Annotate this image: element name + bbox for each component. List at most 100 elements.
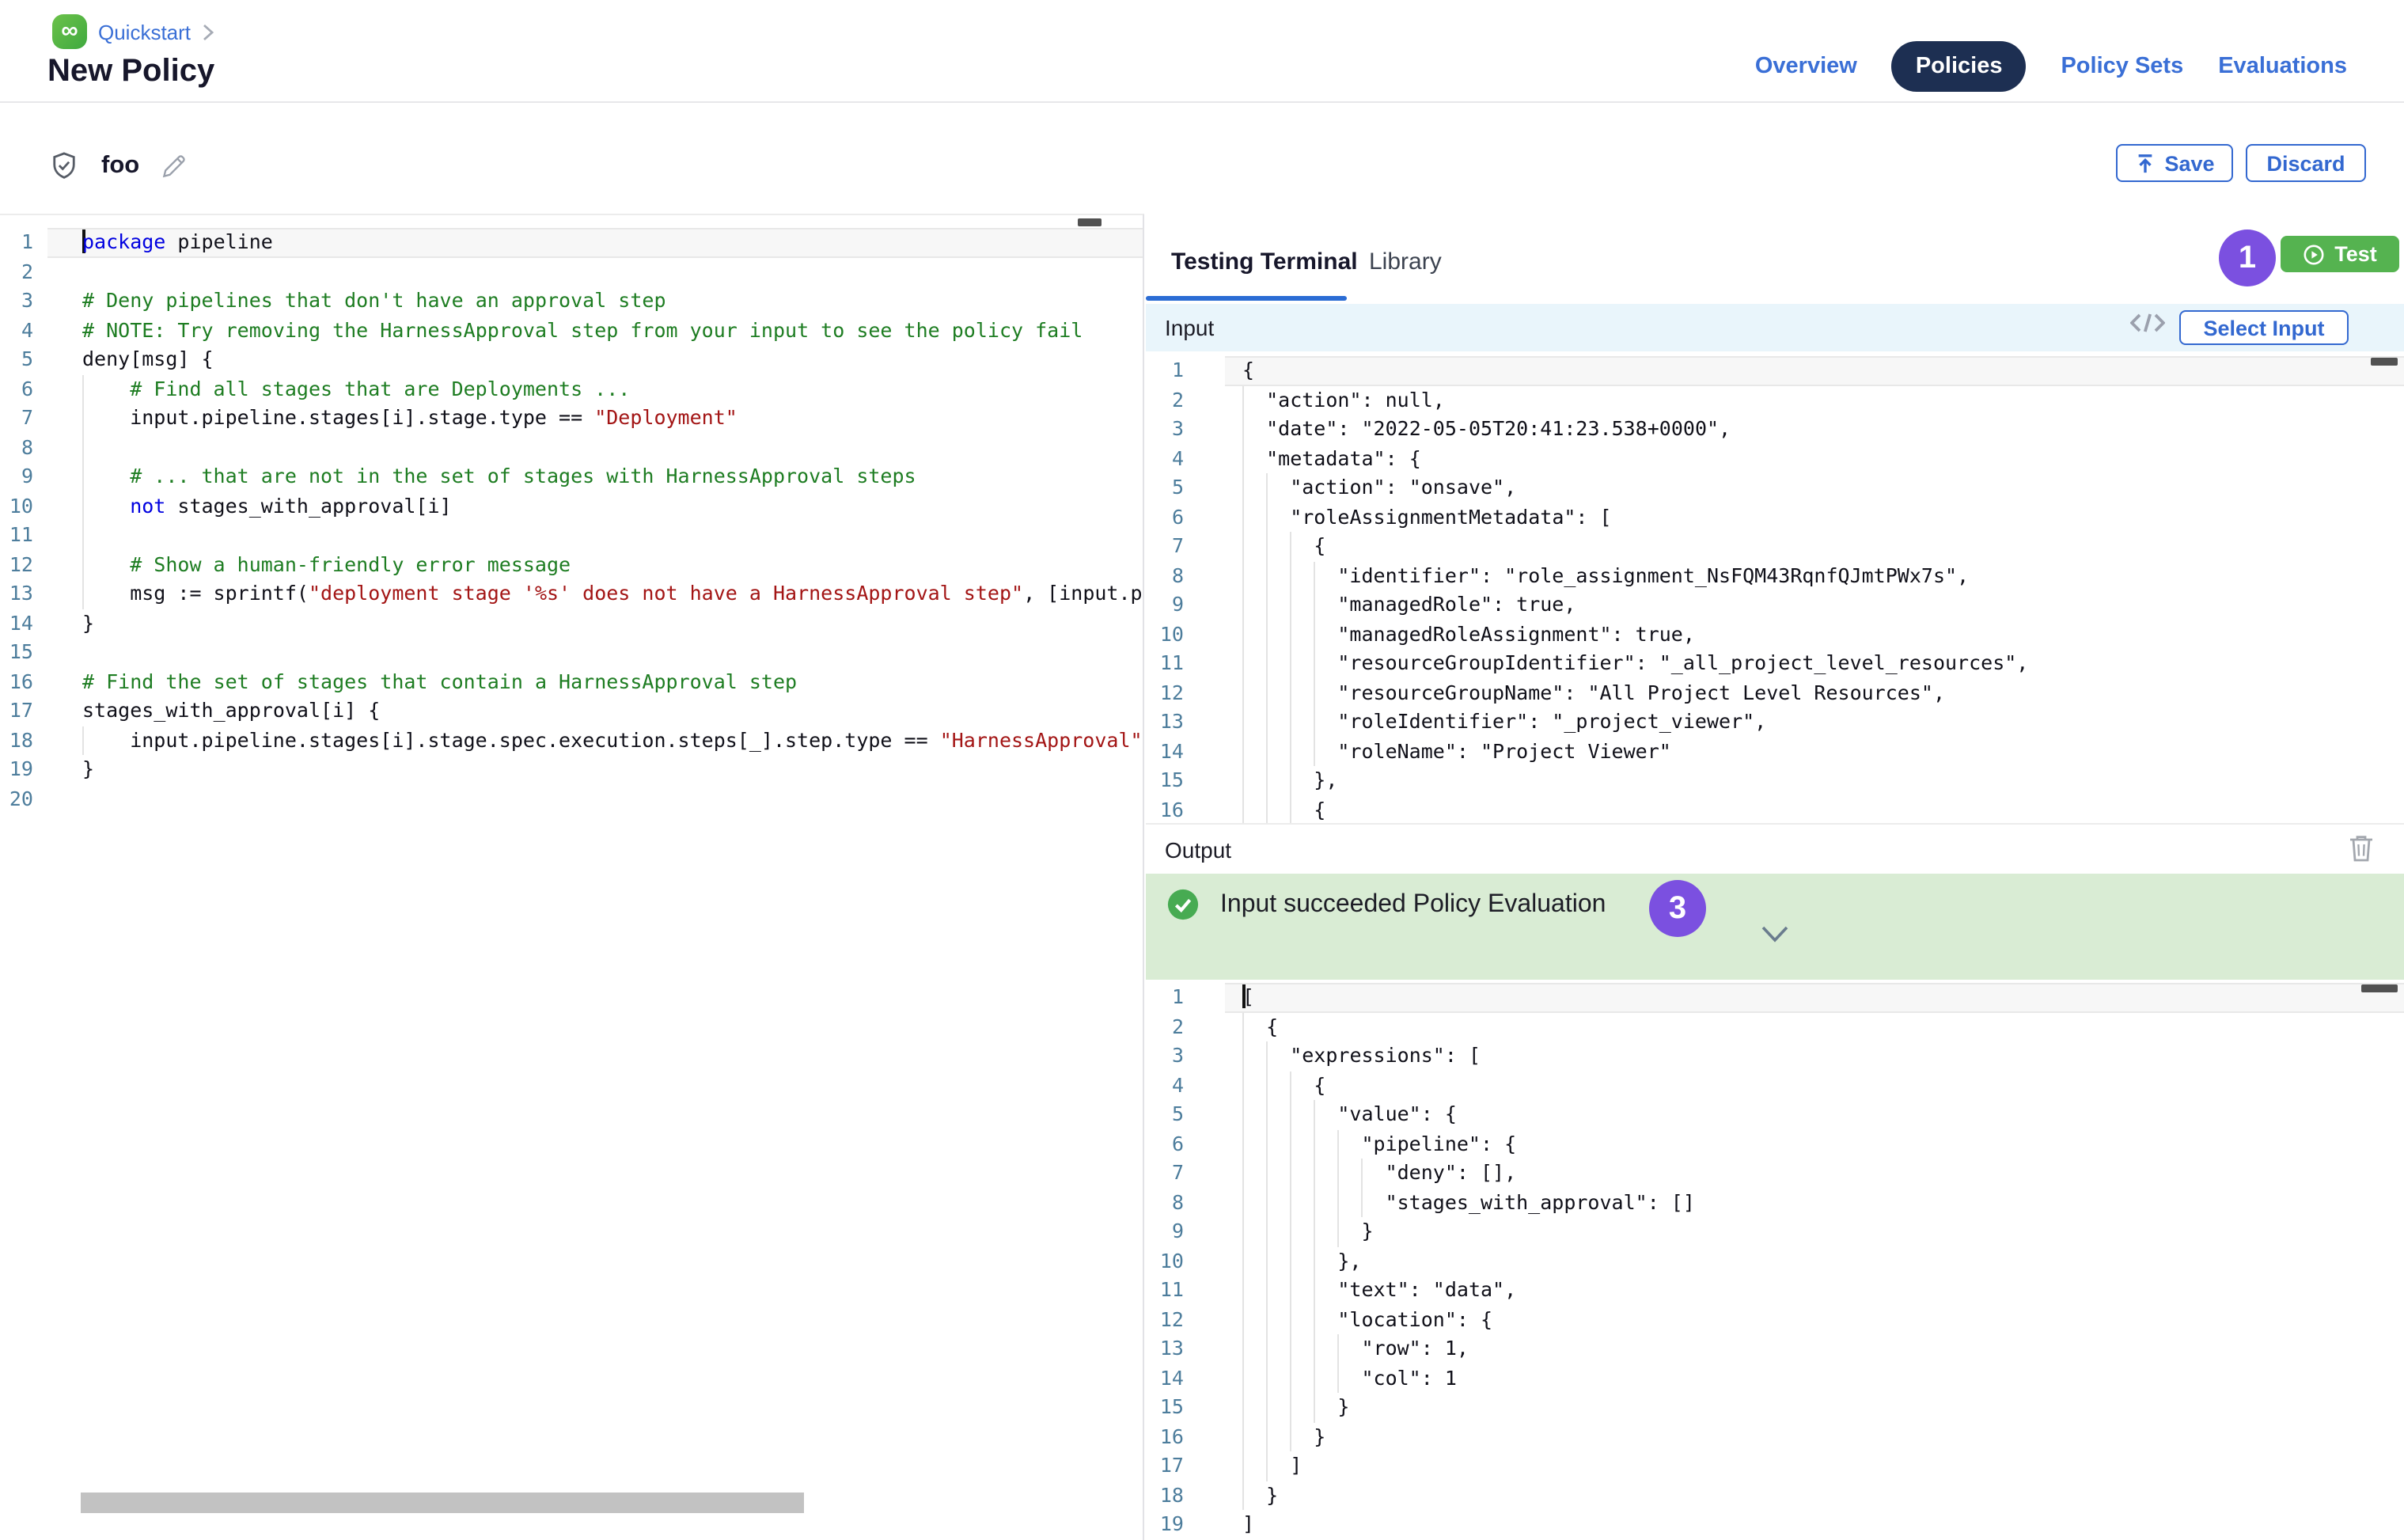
indent-guide — [1266, 1305, 1290, 1334]
line-number: 16 — [1146, 795, 1204, 823]
code-line: 5 "value": { — [1146, 1100, 2404, 1129]
indent-guide — [1290, 1334, 1314, 1364]
code-token: stages_with_approval[i] — [165, 493, 451, 517]
indent-guide — [1242, 766, 1266, 795]
indent-guide — [82, 462, 130, 491]
code-token: }, — [1337, 1248, 1361, 1272]
indent-guide — [1266, 1159, 1290, 1188]
indent-guide — [1337, 1364, 1361, 1393]
breadcrumb-project-link[interactable]: Quickstart — [98, 20, 191, 44]
policy-editor-scrollbar-thumb[interactable] — [1078, 218, 1102, 226]
code-token: } — [1361, 1219, 1373, 1242]
nav-tab-evaluations[interactable]: Evaluations — [2218, 54, 2347, 79]
code-line: 1{ — [1146, 356, 2404, 385]
indent-guide — [82, 433, 130, 462]
code-line: 19] — [1146, 1510, 2404, 1539]
code-token: "col": 1 — [1361, 1365, 1456, 1389]
indent-guide — [1290, 1159, 1314, 1188]
output-editor-scrollbar-thumb[interactable] — [2361, 984, 2398, 992]
indent-guide — [1242, 1364, 1266, 1393]
annotation-badge-1: 1 — [2219, 229, 2276, 286]
indent-guide — [1314, 1364, 1337, 1393]
discard-button[interactable]: Discard — [2246, 144, 2366, 182]
indent-guide — [1290, 766, 1314, 795]
indent-guide — [1290, 1305, 1314, 1334]
harness-logo-icon[interactable]: ∞ — [52, 14, 87, 49]
code-token: "roleAssignmentMetadata": [ — [1290, 504, 1611, 528]
indent-guide — [1337, 1159, 1361, 1188]
tab-library[interactable]: Library — [1369, 248, 1442, 275]
indent-guide — [1266, 473, 1290, 503]
tab-testing-terminal[interactable]: Testing Terminal — [1171, 248, 1358, 275]
line-number: 12 — [1146, 678, 1204, 707]
indent-guide — [1266, 1246, 1290, 1276]
output-label: Output — [1165, 836, 1231, 862]
nav-tab-overview[interactable]: Overview — [1755, 54, 1857, 79]
select-input-button[interactable]: Select Input — [2179, 310, 2349, 345]
indent-guide — [1242, 649, 1266, 678]
line-number: 10 — [0, 491, 47, 521]
indent-guide — [1314, 1246, 1337, 1276]
code-line: 20 — [0, 784, 1144, 814]
code-token: # Deny pipelines that don't have an appr… — [82, 288, 666, 312]
code-token: # Find the set of stages that contain a … — [82, 669, 797, 692]
edit-pencil-icon[interactable] — [160, 152, 188, 180]
output-section-header: Output — [1146, 823, 2404, 874]
code-token: "stages_with_approval": [] — [1386, 1189, 1695, 1213]
page-title: New Policy — [47, 54, 214, 90]
policy-name: foo — [101, 152, 139, 180]
code-token: { — [1314, 533, 1325, 557]
indent-guide — [1266, 1041, 1290, 1071]
test-button[interactable]: Test — [2281, 236, 2399, 272]
delete-output-icon[interactable] — [2349, 834, 2374, 863]
save-button[interactable]: Save — [2116, 144, 2233, 182]
line-number: 6 — [1146, 1129, 1204, 1159]
line-number: 11 — [0, 521, 47, 550]
line-number: 17 — [1146, 1451, 1204, 1481]
code-line: 8"identifier": "role_assignment_NsFQM43R… — [1146, 561, 2404, 590]
line-number: 18 — [1146, 1481, 1204, 1510]
code-token: "managedRole": true, — [1337, 592, 1575, 616]
nav-tab-policies[interactable]: Policies — [1892, 41, 2027, 92]
indent-guide — [1337, 1129, 1361, 1159]
policy-code-editor[interactable]: 1package pipeline23# Deny pipelines that… — [0, 215, 1144, 1540]
evaluation-result-text: Input succeeded Policy Evaluation — [1220, 891, 1606, 920]
line-number: 8 — [1146, 561, 1204, 590]
indent-guide — [1290, 1129, 1314, 1159]
code-token: # Show a human-friendly error message — [130, 552, 571, 575]
code-token: "roleIdentifier": "_project_viewer", — [1337, 709, 1766, 733]
code-token: "HarnessApproval" — [940, 727, 1143, 751]
code-view-icon[interactable] — [2130, 313, 2165, 332]
line-number: 4 — [1146, 444, 1204, 473]
input-editor-scrollbar-thumb[interactable] — [2371, 358, 2398, 366]
line-number: 13 — [0, 579, 47, 609]
code-line: 17stages_with_approval[i] { — [0, 696, 1144, 726]
code-line: 10not stages_with_approval[i] — [0, 491, 1144, 521]
indent-guide — [1314, 1276, 1337, 1305]
code-line: 15 — [0, 638, 1144, 667]
indent-guide — [1361, 1159, 1385, 1188]
indent-guide — [1266, 1422, 1290, 1451]
line-number: 5 — [1146, 1100, 1204, 1129]
code-token: "managedRoleAssignment": true, — [1337, 621, 1695, 645]
line-number: 15 — [0, 638, 47, 667]
output-json-editor[interactable]: 1[2{3"expressions": [4{5"value": {6"pipe… — [1146, 980, 2404, 1540]
line-number: 19 — [0, 755, 47, 784]
indent-guide — [1314, 620, 1337, 649]
line-number: 9 — [1146, 1217, 1204, 1246]
line-number: 14 — [1146, 737, 1204, 766]
code-line: 2"action": null, — [1146, 385, 2404, 415]
expand-result-chevron-icon[interactable] — [1761, 926, 1788, 943]
nav-tab-policy-sets[interactable]: Policy Sets — [2061, 54, 2183, 79]
code-token: "value": { — [1337, 1102, 1457, 1125]
terminal-tabs-row: Testing Terminal Library Test — [1146, 214, 2404, 304]
policy-shield-icon — [47, 149, 81, 184]
policy-editor-horizontal-scrollbar[interactable] — [81, 1493, 804, 1513]
code-token: ] — [1242, 1512, 1254, 1535]
code-token: "resourceGroupName": "All Project Level … — [1337, 680, 1945, 704]
indent-guide — [1314, 1217, 1337, 1246]
code-token: # ... that are not in the set of stages … — [130, 464, 916, 487]
indent-guide — [1290, 590, 1314, 620]
input-json-editor[interactable]: 1{2"action": null,3"date": "2022-05-05T2… — [1146, 351, 2404, 823]
line-number: 12 — [0, 550, 47, 579]
